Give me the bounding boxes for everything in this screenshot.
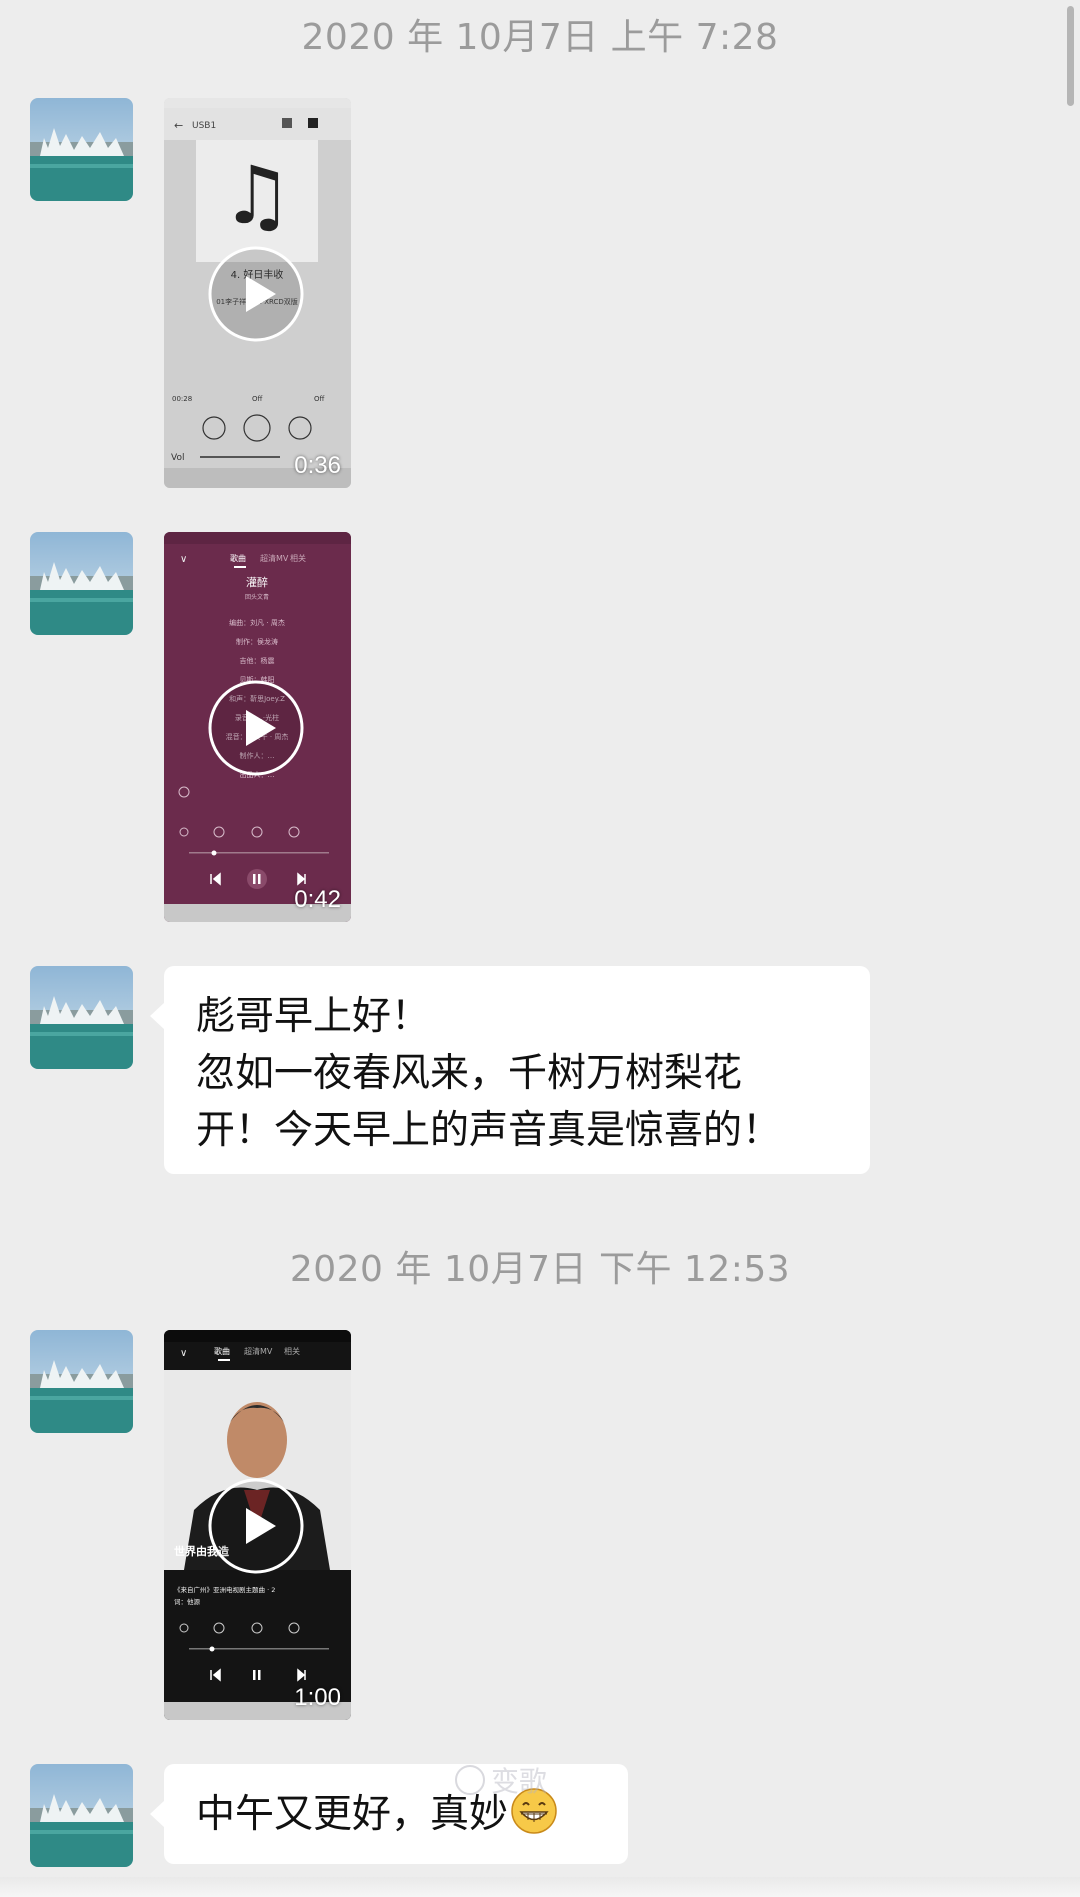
avatar-fountain-image [30,1330,133,1433]
text-message-bubble[interactable]: 彪哥早上好！ 忽如一夜春风来，千树万树梨花 开！今天早上的声音真是惊喜的！ [150,966,870,1174]
svg-text:←: ← [174,119,183,132]
video-2-song-artist: 回头文青 [245,593,269,601]
video-duration: 0:36 [294,452,341,479]
play-icon[interactable] [207,1477,305,1575]
avatar[interactable] [30,98,133,201]
video-1-repeat: Off [252,395,263,403]
svg-text:∨: ∨ [180,554,187,565]
video-message-2[interactable]: ∨ 歌曲 超清MV 相关 灌醉 回头文青 编曲：刘凡 · 周杰 制作：侯龙涛 吉他：… [164,532,351,922]
video-2-credit-line: 制作：侯龙涛 [236,637,278,646]
video-1-vol-label: Vol [171,453,184,463]
video-2-tab-3: 相关 [290,553,306,563]
message-text-line: 彪哥早上好！ [196,994,431,1039]
video-3-lyricist: 词：他源 [174,1597,201,1606]
video-1-shuffle: Off [314,395,325,403]
svg-text:♫: ♫ [221,149,293,242]
video-3-tab-1: 歌曲 [214,1346,230,1356]
video-message-3[interactable]: ∨ 歌曲 超清MV 相关 世界由我造 《来自广州》亚洲电视剧主题曲 · 2 词：… [164,1330,351,1720]
avatar-fountain-image [30,98,133,201]
video-2-song-title: 灌醉 [246,575,268,589]
message-text-line: 忽如一夜春风来，千树万树梨花 [196,1051,743,1096]
video-2-tab-1: 歌曲 [230,553,246,563]
avatar-fountain-image [30,1764,133,1867]
video-message-1[interactable]: ← USB1 ♫ 4. 好日丰收 01李子祥·跟...·XRCD双版 00:28… [164,98,351,488]
message-text: 中午又更好，真妙 [196,1792,509,1837]
grinning-face-icon [511,1788,557,1834]
video-2-tab-2: 超清MV [260,553,289,563]
message-text-line: 开！今天早上的声音真是惊喜的！ [196,1108,782,1153]
video-3-song-meta: 《来自广州》亚洲电视剧主题曲 · 2 [174,1585,275,1594]
video-3-tab-2: 超清MV [244,1346,273,1356]
avatar[interactable] [30,966,133,1069]
avatar-fountain-image [30,966,133,1069]
video-1-header: USB1 [192,121,216,131]
avatar[interactable] [30,1330,133,1433]
play-icon[interactable] [207,679,305,777]
input-bar-edge [0,1877,1080,1897]
timestamp-1: 2020 年 10月7日 上午 7:28 [301,17,779,58]
avatar[interactable] [30,1764,133,1867]
video-2-credit-line: 吉他：杨震 [240,656,275,665]
video-duration: 1:00 [294,1684,341,1711]
play-icon[interactable] [207,245,305,343]
video-1-time: 00:28 [172,395,192,403]
avatar[interactable] [30,532,133,635]
text-message-bubble[interactable]: 中午又更好，真妙 [150,1764,628,1864]
svg-text:∨: ∨ [180,1348,187,1359]
video-2-credit-line: 编曲：刘凡 · 周杰 [229,618,285,627]
video-3-tab-3: 相关 [284,1346,300,1356]
video-duration: 0:42 [294,886,341,913]
avatar-fountain-image [30,532,133,635]
timestamp-2: 2020 年 10月7日 下午 12:53 [289,1249,791,1290]
